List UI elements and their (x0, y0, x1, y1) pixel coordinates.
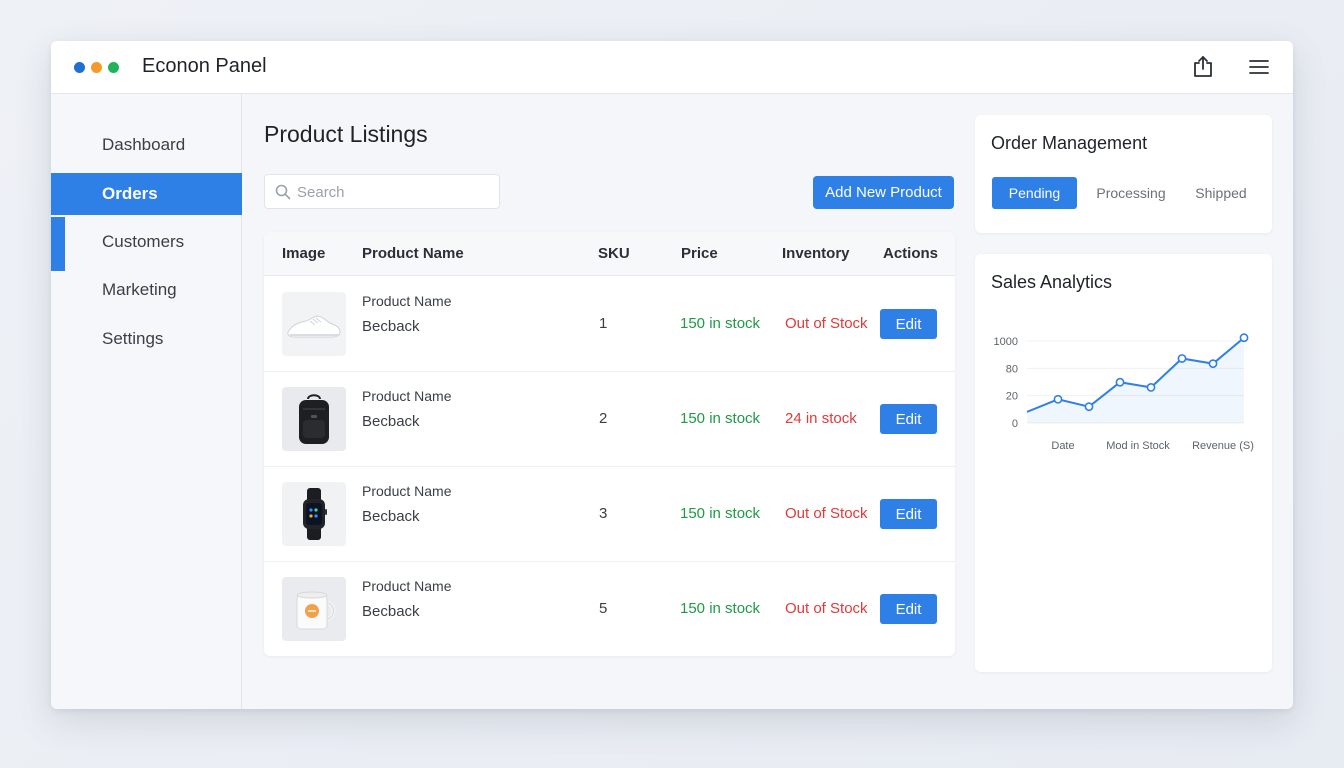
page-title: Product Listings (264, 121, 428, 147)
sidebar-active-accent (51, 217, 65, 271)
product-sku: 3 (599, 505, 608, 522)
smartwatch-image (282, 482, 346, 546)
tab-shipped[interactable]: Shipped (1183, 177, 1259, 209)
column-header-inventory: Inventory (782, 245, 850, 262)
product-name: Product Name (362, 578, 452, 594)
order-management-title: Order Management (991, 133, 1148, 153)
product-sku: 2 (599, 410, 608, 427)
column-header-price: Price (681, 245, 718, 262)
sales-analytics-title: Sales Analytics (991, 272, 1113, 292)
sidebar-item-marketing[interactable]: Marketing (51, 269, 242, 311)
search-box[interactable] (264, 174, 500, 209)
product-price: 150 in stock (680, 600, 761, 617)
sidebar-item-orders[interactable]: Orders (51, 173, 242, 215)
column-header-image: Image (282, 245, 326, 262)
hamburger-menu-icon[interactable] (1246, 54, 1272, 80)
product-name: Product Name (362, 483, 452, 499)
chart-data-point (1084, 402, 1094, 412)
sidebar-item-dashboard[interactable]: Dashboard (51, 124, 242, 166)
product-subname: Becback (362, 603, 420, 620)
tab-processing[interactable]: Processing (1087, 177, 1175, 209)
chart-y-tick-label: 80 (1006, 363, 1018, 375)
product-sku: 1 (599, 315, 608, 332)
product-inventory: 24 in stock (785, 410, 857, 427)
table-row[interactable]: Product Name Becback 5 150 in stock Out … (264, 562, 955, 656)
edit-button[interactable]: Edit (880, 309, 937, 339)
order-management-card: Order Management Pending Processing Ship… (975, 115, 1272, 233)
window-dot-orange[interactable] (91, 62, 102, 73)
app-window: Econon Panel Dashboard Orders Customers … (51, 41, 1293, 709)
product-inventory: Out of Stock (785, 600, 868, 617)
edit-button[interactable]: Edit (880, 594, 937, 624)
add-new-product-button[interactable]: Add New Product (813, 176, 954, 209)
product-subname: Becback (362, 508, 420, 525)
tab-pending[interactable]: Pending (992, 177, 1077, 209)
chart-data-point (1208, 359, 1218, 369)
product-inventory: Out of Stock (785, 505, 868, 522)
sneaker-image (282, 292, 346, 356)
table-header: Image Product Name SKU Price Inventory A… (264, 232, 955, 276)
product-inventory: Out of Stock (785, 315, 868, 332)
column-header-actions: Actions (883, 245, 939, 262)
chart-x-tick-label: Revenue (S) (1192, 440, 1254, 452)
column-header-product-name: Product Name (362, 245, 464, 262)
sales-line-chart: 1000 80 20 0 Date Mod in Stock Revenue (S) (994, 333, 1254, 452)
chart-data-point (1053, 394, 1063, 404)
chart-y-tick-label: 1000 (994, 336, 1018, 348)
chart-data-point (1177, 354, 1187, 363)
product-name: Product Name (362, 388, 452, 404)
backpack-image (282, 387, 346, 451)
chart-data-point (1239, 333, 1249, 343)
product-name: Product Name (362, 293, 452, 309)
table-row[interactable]: Product Name Becback 2 150 in stock 24 i… (264, 372, 955, 467)
chart-x-tick-label: Mod in Stock (1106, 440, 1170, 452)
chart-y-tick-label: 20 (1006, 391, 1018, 403)
chart-data-point (1146, 383, 1156, 392)
search-icon (275, 184, 291, 200)
sidebar-item-customers[interactable]: Customers (51, 221, 242, 263)
window-dot-blue[interactable] (74, 62, 85, 73)
table-row[interactable]: Product Name Becback 1 150 in stock Out … (264, 277, 955, 372)
chart-data-point (1115, 377, 1125, 387)
sidebar-item-settings[interactable]: Settings (51, 318, 242, 360)
product-price: 150 in stock (680, 410, 761, 427)
chart-x-tick-label: Date (1051, 440, 1074, 452)
table-row[interactable]: Product Name Becback 3 150 in stock Out … (264, 467, 955, 562)
edit-button[interactable]: Edit (880, 499, 937, 529)
chart-y-tick-label: 0 (1012, 418, 1018, 430)
title-bar: Econon Panel (51, 41, 1293, 94)
product-sku: 5 (599, 600, 608, 617)
app-title: Econon Panel (142, 55, 267, 77)
edit-button[interactable]: Edit (880, 404, 937, 434)
sidebar: Dashboard Orders Customers Marketing Set… (51, 94, 242, 709)
share-icon[interactable] (1190, 54, 1216, 80)
sales-analytics-card: Sales Analytics 1000 80 20 0 Date Mod in Stoc… (975, 254, 1272, 672)
column-header-sku: SKU (598, 245, 630, 262)
product-price: 150 in stock (680, 505, 761, 522)
search-input[interactable] (297, 182, 493, 202)
mug-image (282, 577, 346, 641)
product-subname: Becback (362, 318, 420, 335)
product-subname: Becback (362, 413, 420, 430)
product-price: 150 in stock (680, 315, 761, 332)
chart-area (1027, 337, 1244, 423)
product-table: Image Product Name SKU Price Inventory A… (264, 232, 955, 656)
window-dot-green[interactable] (108, 62, 119, 73)
